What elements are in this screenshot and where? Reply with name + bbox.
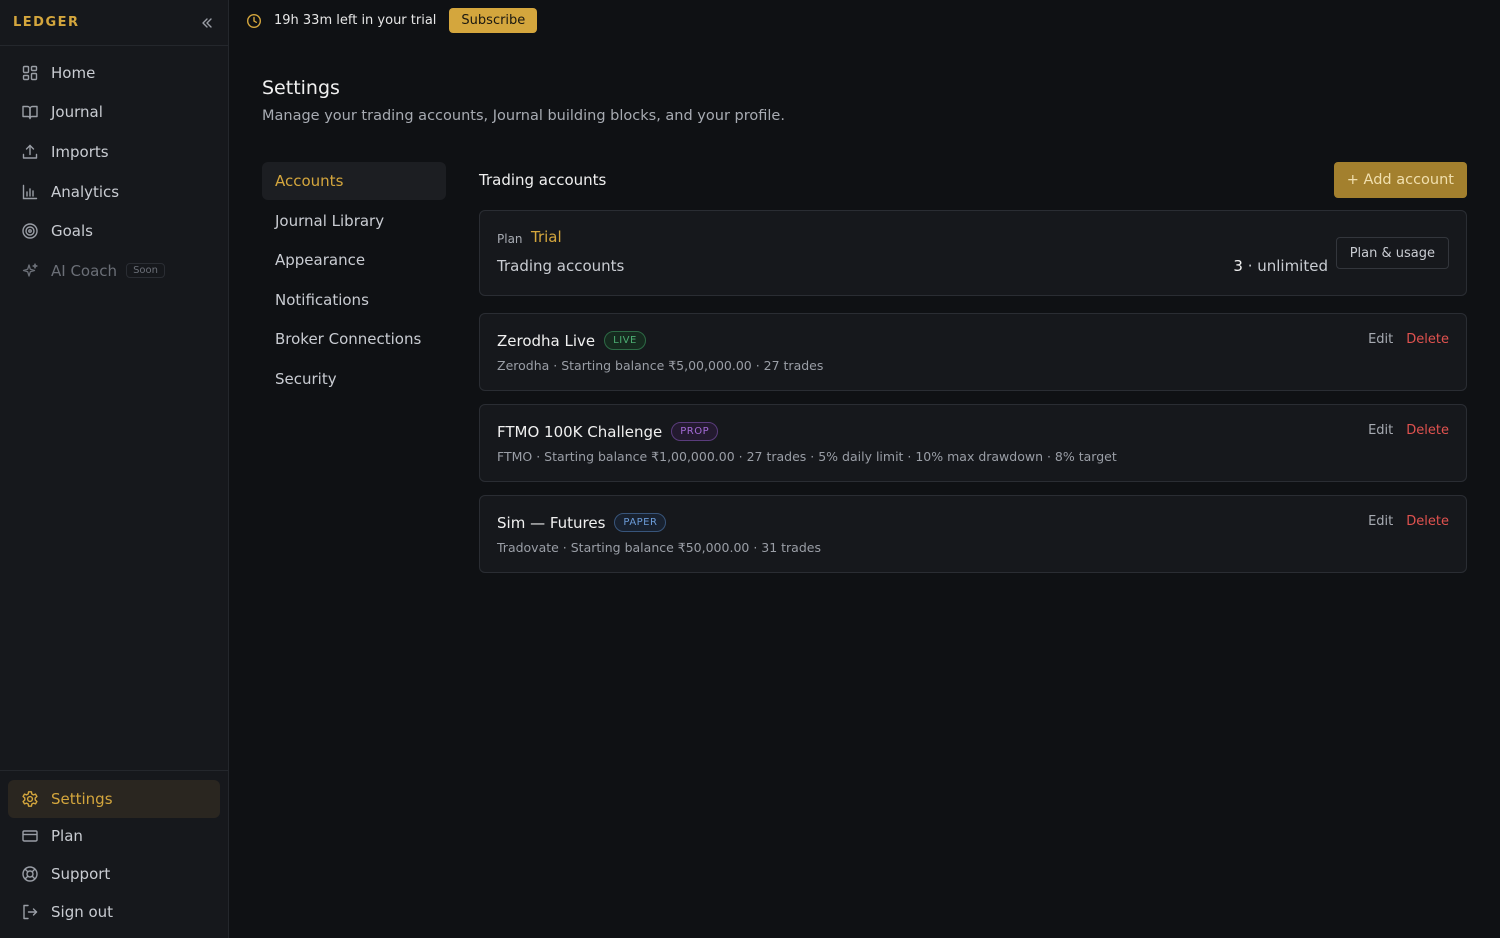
account-meta: Zerodha · Starting balance ₹5,00,000.00 … [497, 358, 824, 373]
trial-banner: 19h 33m left in your trial Subscribe [246, 8, 538, 33]
accounts-limit: · unlimited [1242, 257, 1328, 275]
sidebar-item-label: Sign out [51, 902, 114, 921]
sidebar-item-label: AI Coach [51, 261, 118, 280]
card-icon [21, 827, 39, 845]
account-type-badge: PAPER [614, 513, 667, 532]
account-type-badge: LIVE [604, 331, 646, 350]
account-card: Sim — Futures PAPER Tradovate · Starting… [479, 495, 1467, 573]
sidebar-item-imports[interactable]: Imports [0, 132, 228, 172]
sidebar-item-sign-out[interactable]: Sign out [8, 893, 220, 931]
plan-accounts-usage: 3 · unlimited [1233, 257, 1328, 275]
add-account-button[interactable]: + Add account [1333, 162, 1467, 198]
sidebar-bottom-nav: Settings Plan Support Sign out [0, 770, 228, 938]
plan-card: Plan Trial Trading accounts 3 · unlimite… [479, 210, 1467, 296]
sidebar-item-label: Settings [51, 789, 113, 808]
section-title: Trading accounts [479, 171, 607, 189]
account-card: FTMO 100K Challenge PROP FTMO · Starting… [479, 404, 1467, 482]
brand-logo: LEDGER [13, 15, 80, 30]
edit-account-link[interactable]: Edit [1368, 514, 1393, 529]
target-icon [21, 222, 39, 240]
sidebar-item-ai-coach[interactable]: AI Coach Soon [0, 251, 228, 291]
grid-icon [21, 64, 39, 82]
accounts-count: 3 [1233, 257, 1243, 275]
account-title-row: Zerodha Live LIVE [497, 331, 646, 350]
bar-chart-icon [21, 183, 39, 201]
account-title-row: FTMO 100K Challenge PROP [497, 422, 719, 441]
account-actions: Edit Delete [1368, 514, 1449, 529]
account-name: Zerodha Live [497, 331, 596, 350]
account-meta: FTMO · Starting balance ₹1,00,000.00 · 2… [497, 449, 1117, 464]
delete-account-link[interactable]: Delete [1406, 332, 1449, 347]
page-title: Settings [262, 77, 340, 99]
clock-icon [246, 13, 262, 29]
tab-notifications[interactable]: Notifications [262, 281, 446, 319]
plan-accounts-label: Trading accounts [497, 257, 625, 275]
edit-account-link[interactable]: Edit [1368, 332, 1393, 347]
page-subtitle: Manage your trading accounts, Journal bu… [262, 108, 785, 124]
account-actions: Edit Delete [1368, 332, 1449, 347]
subscribe-button[interactable]: Subscribe [449, 8, 538, 33]
account-card: Zerodha Live LIVE Zerodha · Starting bal… [479, 313, 1467, 391]
plan-usage-button[interactable]: Plan & usage [1335, 237, 1449, 269]
sidebar-item-analytics[interactable]: Analytics [0, 172, 228, 212]
tab-accounts[interactable]: Accounts [262, 162, 446, 200]
sidebar-item-label: Analytics [51, 182, 120, 201]
sidebar-item-plan[interactable]: Plan [8, 818, 220, 856]
collapse-sidebar-icon[interactable] [200, 16, 214, 30]
sidebar-item-label: Plan [51, 827, 83, 846]
sidebar-item-settings[interactable]: Settings [8, 780, 220, 818]
sidebar-nav: Home Journal Imports Analytics Goals AI … [0, 46, 228, 291]
sidebar-item-label: Journal [51, 103, 103, 122]
soon-badge: Soon [126, 263, 165, 279]
sidebar-item-support[interactable]: Support [8, 855, 220, 893]
tab-broker-connections[interactable]: Broker Connections [262, 320, 446, 358]
lifebuoy-icon [21, 865, 39, 883]
plan-label: Plan [497, 232, 523, 246]
sidebar-item-goals[interactable]: Goals [0, 211, 228, 251]
sidebar-item-journal[interactable]: Journal [0, 93, 228, 133]
tab-security[interactable]: Security [262, 360, 446, 398]
gear-icon [21, 790, 39, 808]
tab-journal-library[interactable]: Journal Library [262, 202, 446, 240]
sidebar-item-home[interactable]: Home [0, 53, 228, 93]
account-actions: Edit Delete [1368, 423, 1449, 438]
sidebar-item-label: Support [51, 864, 111, 883]
delete-account-link[interactable]: Delete [1406, 423, 1449, 438]
account-name: FTMO 100K Challenge [497, 422, 663, 441]
account-title-row: Sim — Futures PAPER [497, 513, 667, 532]
edit-account-link[interactable]: Edit [1368, 423, 1393, 438]
logout-icon [21, 903, 39, 921]
sidebar-item-label: Home [51, 63, 96, 82]
account-type-badge: PROP [671, 422, 719, 441]
upload-icon [21, 143, 39, 161]
sidebar: LEDGER Home Journal Imports Analytics Go… [0, 0, 229, 938]
sidebar-item-label: Goals [51, 222, 93, 241]
tab-appearance[interactable]: Appearance [262, 241, 446, 279]
accounts-panel: Trading accounts + Add account Plan Tria… [479, 162, 1467, 573]
sidebar-header: LEDGER [0, 0, 228, 46]
account-name: Sim — Futures [497, 513, 606, 532]
sidebar-item-label: Imports [51, 142, 109, 161]
trial-countdown: 19h 33m left in your trial [274, 13, 437, 28]
accounts-header: Trading accounts + Add account [479, 162, 1467, 198]
account-meta: Tradovate · Starting balance ₹50,000.00 … [497, 540, 821, 555]
book-icon [21, 103, 39, 121]
plan-value: Trial [531, 228, 562, 246]
delete-account-link[interactable]: Delete [1406, 514, 1449, 529]
sparkle-icon [21, 262, 39, 280]
settings-nav: Accounts Journal Library Appearance Noti… [262, 162, 446, 400]
